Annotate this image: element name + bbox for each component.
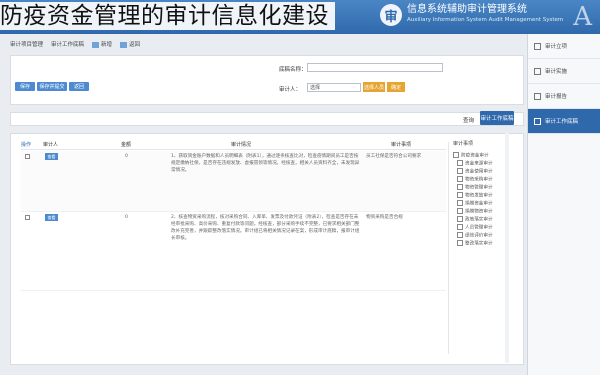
tree-node-icon bbox=[453, 152, 459, 158]
tree-item[interactable]: 整改落实审计 bbox=[457, 240, 493, 247]
document-icon bbox=[534, 117, 541, 125]
sidebar-item-label: 审计实施 bbox=[545, 69, 568, 75]
tree-item[interactable]: 人员管理审计 bbox=[457, 224, 493, 231]
workpaper-panel: 审计事项 审计情况 金额 审计人 操作 员工社保是否符合公司要求 1、获取资金账… bbox=[10, 133, 524, 365]
form-panel: 保存 保存并提交 返回 底稿名称： 审计人： 选择 选择人员 确定 bbox=[10, 55, 524, 105]
view-button[interactable]: 查看 bbox=[45, 153, 58, 160]
view-button[interactable]: 查看 bbox=[45, 214, 58, 221]
tree-item[interactable]: 防疫资金审计 bbox=[453, 152, 489, 159]
search-link[interactable]: 查询 bbox=[463, 116, 474, 124]
tree-item[interactable]: 物资管理审计 bbox=[457, 184, 493, 191]
page-caption: 防疫资金管理的审计信息化建设 bbox=[0, 2, 335, 30]
row-item: 员工社保是否符合公司要求 bbox=[366, 154, 422, 159]
tree-node-icon bbox=[457, 192, 463, 198]
tree-node-icon bbox=[457, 168, 463, 174]
sidebar-item-implement[interactable]: 审计实施 bbox=[528, 59, 600, 84]
row-detail: 2、核查物资采购流程，核对采购合同、入库单、发票及付款凭证（附表2），检查是否存… bbox=[171, 215, 360, 241]
clipboard-icon bbox=[534, 67, 541, 75]
sidebar-item-report[interactable]: 审计报告 bbox=[528, 84, 600, 109]
table-row[interactable]: 员工社保是否符合公司要求 1、获取资金账户数据和人员明细表（附表1），通过逐条核… bbox=[21, 151, 446, 212]
confirm-button[interactable]: 确定 bbox=[387, 82, 405, 92]
row-amount: 0 bbox=[125, 215, 128, 220]
report-icon bbox=[534, 92, 541, 100]
breadcrumb: 审计项目管理 审计工作底稿 新增 返回 bbox=[10, 38, 522, 50]
choose-person-button[interactable]: 选择人员 bbox=[363, 82, 385, 92]
sidebar-item-label: 审计工作底稿 bbox=[545, 119, 579, 125]
tree-node-icon bbox=[457, 160, 463, 166]
tree-item[interactable]: 捐赠物资审计 bbox=[457, 208, 493, 215]
row-checkbox[interactable] bbox=[25, 154, 30, 159]
col-amount: 金额 bbox=[121, 142, 132, 148]
app-subtitle: Auxiliary Information System Audit Manag… bbox=[407, 17, 564, 23]
add-link[interactable]: 新增 bbox=[92, 40, 112, 48]
col-action[interactable]: 操作 bbox=[21, 141, 31, 148]
col-auditor: 审计人 bbox=[43, 142, 59, 148]
tree-node-icon bbox=[457, 200, 463, 206]
col-item: 审计事项 bbox=[391, 142, 412, 148]
row-item: 物资采购是否合规 bbox=[366, 215, 403, 220]
tree-item[interactable]: 资金使用审计 bbox=[457, 168, 493, 175]
row-amount: 0 bbox=[125, 154, 128, 159]
breadcrumb-item[interactable]: 审计工作底稿 bbox=[51, 40, 84, 48]
tree-node-icon bbox=[457, 216, 463, 222]
vertical-scrollbar[interactable] bbox=[505, 133, 509, 363]
logo-text: 信息系统辅助审计管理系统 Auxiliary Information Syste… bbox=[407, 5, 563, 25]
return-button[interactable]: 返回 bbox=[69, 82, 89, 91]
tree-item[interactable]: 物资采购审计 bbox=[457, 176, 493, 183]
name-input[interactable] bbox=[307, 63, 443, 72]
tree-item[interactable]: 物资发放审计 bbox=[457, 192, 493, 199]
sidebar-item-workpaper[interactable]: 审计工作底稿 bbox=[528, 109, 600, 134]
save-button[interactable]: 保存 bbox=[15, 82, 35, 91]
tree-node-icon bbox=[457, 176, 463, 182]
logo: 审 信息系统辅助审计管理系统 Auxiliary Information Sys… bbox=[380, 4, 563, 26]
auditor-select[interactable]: 选择 bbox=[307, 83, 361, 92]
tree-node-icon bbox=[457, 240, 463, 246]
row-detail: 1、获取资金账户数据和人员明细表（附表1），通过逐条核查比对，检查疫情期间员工是… bbox=[171, 154, 360, 173]
tree-title: 审计事项 bbox=[453, 141, 474, 147]
tab-workpaper[interactable]: 审计工作底稿 bbox=[480, 111, 514, 125]
row-checkbox[interactable] bbox=[25, 215, 30, 220]
tree-node-icon bbox=[457, 224, 463, 230]
tree-item[interactable]: 捐赠资金审计 bbox=[457, 200, 493, 207]
add-icon bbox=[92, 41, 100, 48]
tree-node-icon bbox=[457, 232, 463, 238]
back-icon bbox=[120, 41, 128, 48]
tree-node-icon bbox=[457, 184, 463, 190]
back-link[interactable]: 返回 bbox=[120, 40, 140, 48]
brand-mark-icon: A bbox=[573, 2, 592, 32]
save-submit-button[interactable]: 保存并提交 bbox=[37, 82, 67, 91]
sidebar-item-project[interactable]: 审计立项 bbox=[528, 34, 600, 59]
table-row[interactable]: 物资采购是否合规 2、核查物资采购流程，核对采购合同、入库单、发票及付款凭证（附… bbox=[21, 212, 446, 291]
auditor-label: 审计人： bbox=[279, 87, 302, 93]
sidebar-item-label: 审计报告 bbox=[545, 94, 568, 100]
filter-bar: 查询 bbox=[10, 112, 524, 126]
tree-item[interactable]: 绩效评价审计 bbox=[457, 232, 493, 239]
logo-icon: 审 bbox=[380, 4, 402, 26]
name-label: 底稿名称： bbox=[279, 67, 307, 73]
sidebar-item-label: 审计立项 bbox=[545, 44, 568, 50]
tree-item[interactable]: 资金来源审计 bbox=[457, 160, 493, 167]
tree-item[interactable]: 政策落实审计 bbox=[457, 216, 493, 223]
col-detail: 审计情况 bbox=[231, 142, 252, 148]
sidebar: 审计立项 审计实施 审计报告 审计工作底稿 bbox=[527, 34, 600, 375]
tree-node-icon bbox=[457, 208, 463, 214]
app-title: 信息系统辅助审计管理系统 bbox=[407, 4, 527, 15]
table-header: 审计事项 审计情况 金额 审计人 操作 bbox=[21, 140, 446, 150]
folder-icon bbox=[534, 42, 541, 50]
breadcrumb-item[interactable]: 审计项目管理 bbox=[10, 40, 43, 48]
